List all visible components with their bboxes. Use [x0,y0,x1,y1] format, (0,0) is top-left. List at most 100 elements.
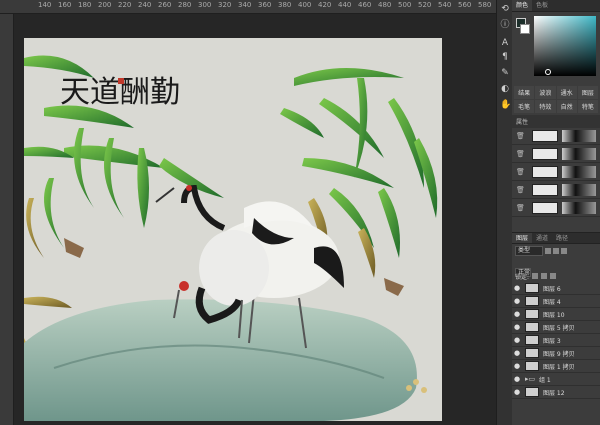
layer-group-row[interactable]: ● ▸▭ 组 1 [512,373,600,386]
tab-channels[interactable]: 通道 [532,233,552,243]
right-panels: 颜色 色板 结果 波浪 通水 图层 毛笔 特效 自然 特笔 属性 🗑 🗑 🗑 🗑… [512,0,600,425]
layer-name: 图层 4 [543,298,561,306]
brush-row[interactable]: 🗑 [512,128,600,145]
layer-thumbnail [525,335,539,345]
trash-icon[interactable]: 🗑 [516,168,526,176]
eye-icon[interactable]: ● [512,323,522,331]
adj-cell[interactable]: 自然 [556,100,577,113]
ruler-tick: 320 [218,1,232,9]
folder-icon: ▸▭ [525,375,536,383]
brush-list: 🗑 🗑 🗑 🗑 🗑 [512,128,600,232]
eye-icon[interactable]: ● [512,375,522,383]
eye-icon[interactable]: ● [512,388,522,396]
layer-row[interactable]: ● 图层 1 拷贝 [512,360,600,373]
brush-row[interactable]: 🗑 [512,182,600,199]
layer-row[interactable]: ● 图层 4 [512,295,600,308]
document-canvas[interactable]: 天道酬勤 [24,38,442,421]
layer-thumbnail [525,387,539,397]
background-swatch[interactable] [520,24,530,34]
layer-name: 图层 6 [543,285,561,293]
tab-color[interactable]: 颜色 [512,0,533,11]
paragraph-icon[interactable]: ¶ [500,52,510,62]
layer-name: 组 1 [539,376,551,384]
layer-filter-select[interactable]: 类型 [515,246,543,256]
filter-adjust-icon[interactable] [553,248,559,254]
ruler-tick: 280 [178,1,192,9]
brush-row[interactable]: 🗑 [512,200,600,217]
red-seal [118,78,124,84]
trash-icon[interactable]: 🗑 [516,150,526,158]
ruler-tick: 520 [418,1,432,9]
info-icon[interactable]: ⓘ [500,20,510,30]
layer-name: 图层 10 [543,311,565,319]
layer-name: 图层 5 拷贝 [543,324,575,332]
layer-row[interactable]: ● 图层 3 [512,334,600,347]
lock-pixels-icon[interactable] [532,273,539,279]
history-icon[interactable]: ⟲ [500,4,510,14]
trash-icon[interactable]: 🗑 [516,132,526,140]
layer-row[interactable]: ● 图层 10 [512,308,600,321]
ruler-tick: 540 [438,1,452,9]
color-picker-handle[interactable] [545,69,551,75]
layer-row[interactable]: ● 图层 5 拷贝 [512,321,600,334]
layer-row[interactable]: ● 图层 12 [512,386,600,399]
color-tabs: 颜色 色板 [512,0,600,12]
ruler-tick: 340 [238,1,252,9]
layer-row[interactable]: ● 图层 9 拷贝 [512,347,600,360]
filter-type-icon[interactable] [561,248,567,254]
artwork: 天道酬勤 [24,55,438,421]
lock-move-icon[interactable] [541,273,548,279]
color-picker-field[interactable] [534,16,596,76]
layer-thumbnail [525,309,539,319]
layer-thumbnail [525,283,539,293]
adj-cell[interactable]: 图层 [577,86,598,99]
type-icon[interactable]: A [500,38,510,48]
canvas-workspace[interactable]: 天道酬勤 [14,14,496,425]
hand-icon[interactable]: ✋ [500,100,511,110]
eye-icon[interactable]: ● [512,284,522,292]
brush-row[interactable]: 🗑 [512,164,600,181]
layer-filter-row: 类型 [512,244,600,258]
eye-icon[interactable]: ● [512,297,522,305]
layers-tabs: 图层 通道 路径 [512,232,600,244]
ruler-tick: 440 [338,1,352,9]
adj-cell[interactable]: 结果 [514,86,535,99]
eye-icon[interactable]: ● [512,336,522,344]
filter-pixel-icon[interactable] [545,248,551,254]
ruler-tick: 180 [78,1,92,9]
tab-swatches[interactable]: 色板 [532,0,552,11]
tab-layers[interactable]: 图层 [512,233,533,243]
trash-icon[interactable]: 🗑 [516,186,526,194]
eye-icon[interactable]: ● [512,362,522,370]
sparrow-right [384,278,404,296]
blend-row: 正常 [512,258,600,277]
color-panel [512,12,600,84]
adj-cell[interactable]: 通水 [556,86,577,99]
ruler-tick: 500 [398,1,412,9]
lock-all-icon[interactable] [550,273,557,279]
brush-row[interactable]: 🗑 [512,146,600,163]
ruler-tick: 300 [198,1,212,9]
eye-icon[interactable]: ● [512,349,522,357]
adj-cell[interactable]: 波浪 [535,86,556,99]
top-ruler: 140 160 180 200 220 240 260 280 300 320 … [0,0,496,14]
ruler-tick: 380 [278,1,292,9]
props-header: 属性 [512,115,600,128]
ruler-tick: 240 [138,1,152,9]
layer-thumbnail [525,296,539,306]
layer-thumbnail [525,348,539,358]
trash-icon[interactable]: 🗑 [516,204,526,212]
layer-name: 图层 3 [543,337,561,345]
adj-cell[interactable]: 特效 [535,100,556,113]
lock-label: 锁定: [515,273,530,281]
tab-paths[interactable]: 路径 [552,233,572,243]
ruler-tick: 560 [458,1,472,9]
brush-preset-icon[interactable]: ✎ [500,68,510,78]
adj-cell[interactable]: 特笔 [577,100,598,113]
adjust-icon[interactable]: ◐ [500,84,510,94]
adj-cell[interactable]: 毛笔 [514,100,535,113]
layer-row[interactable]: ● 图层 6 [512,282,600,295]
layer-name: 图层 1 拷贝 [543,363,575,371]
ruler-tick: 200 [98,1,112,9]
eye-icon[interactable]: ● [512,310,522,318]
